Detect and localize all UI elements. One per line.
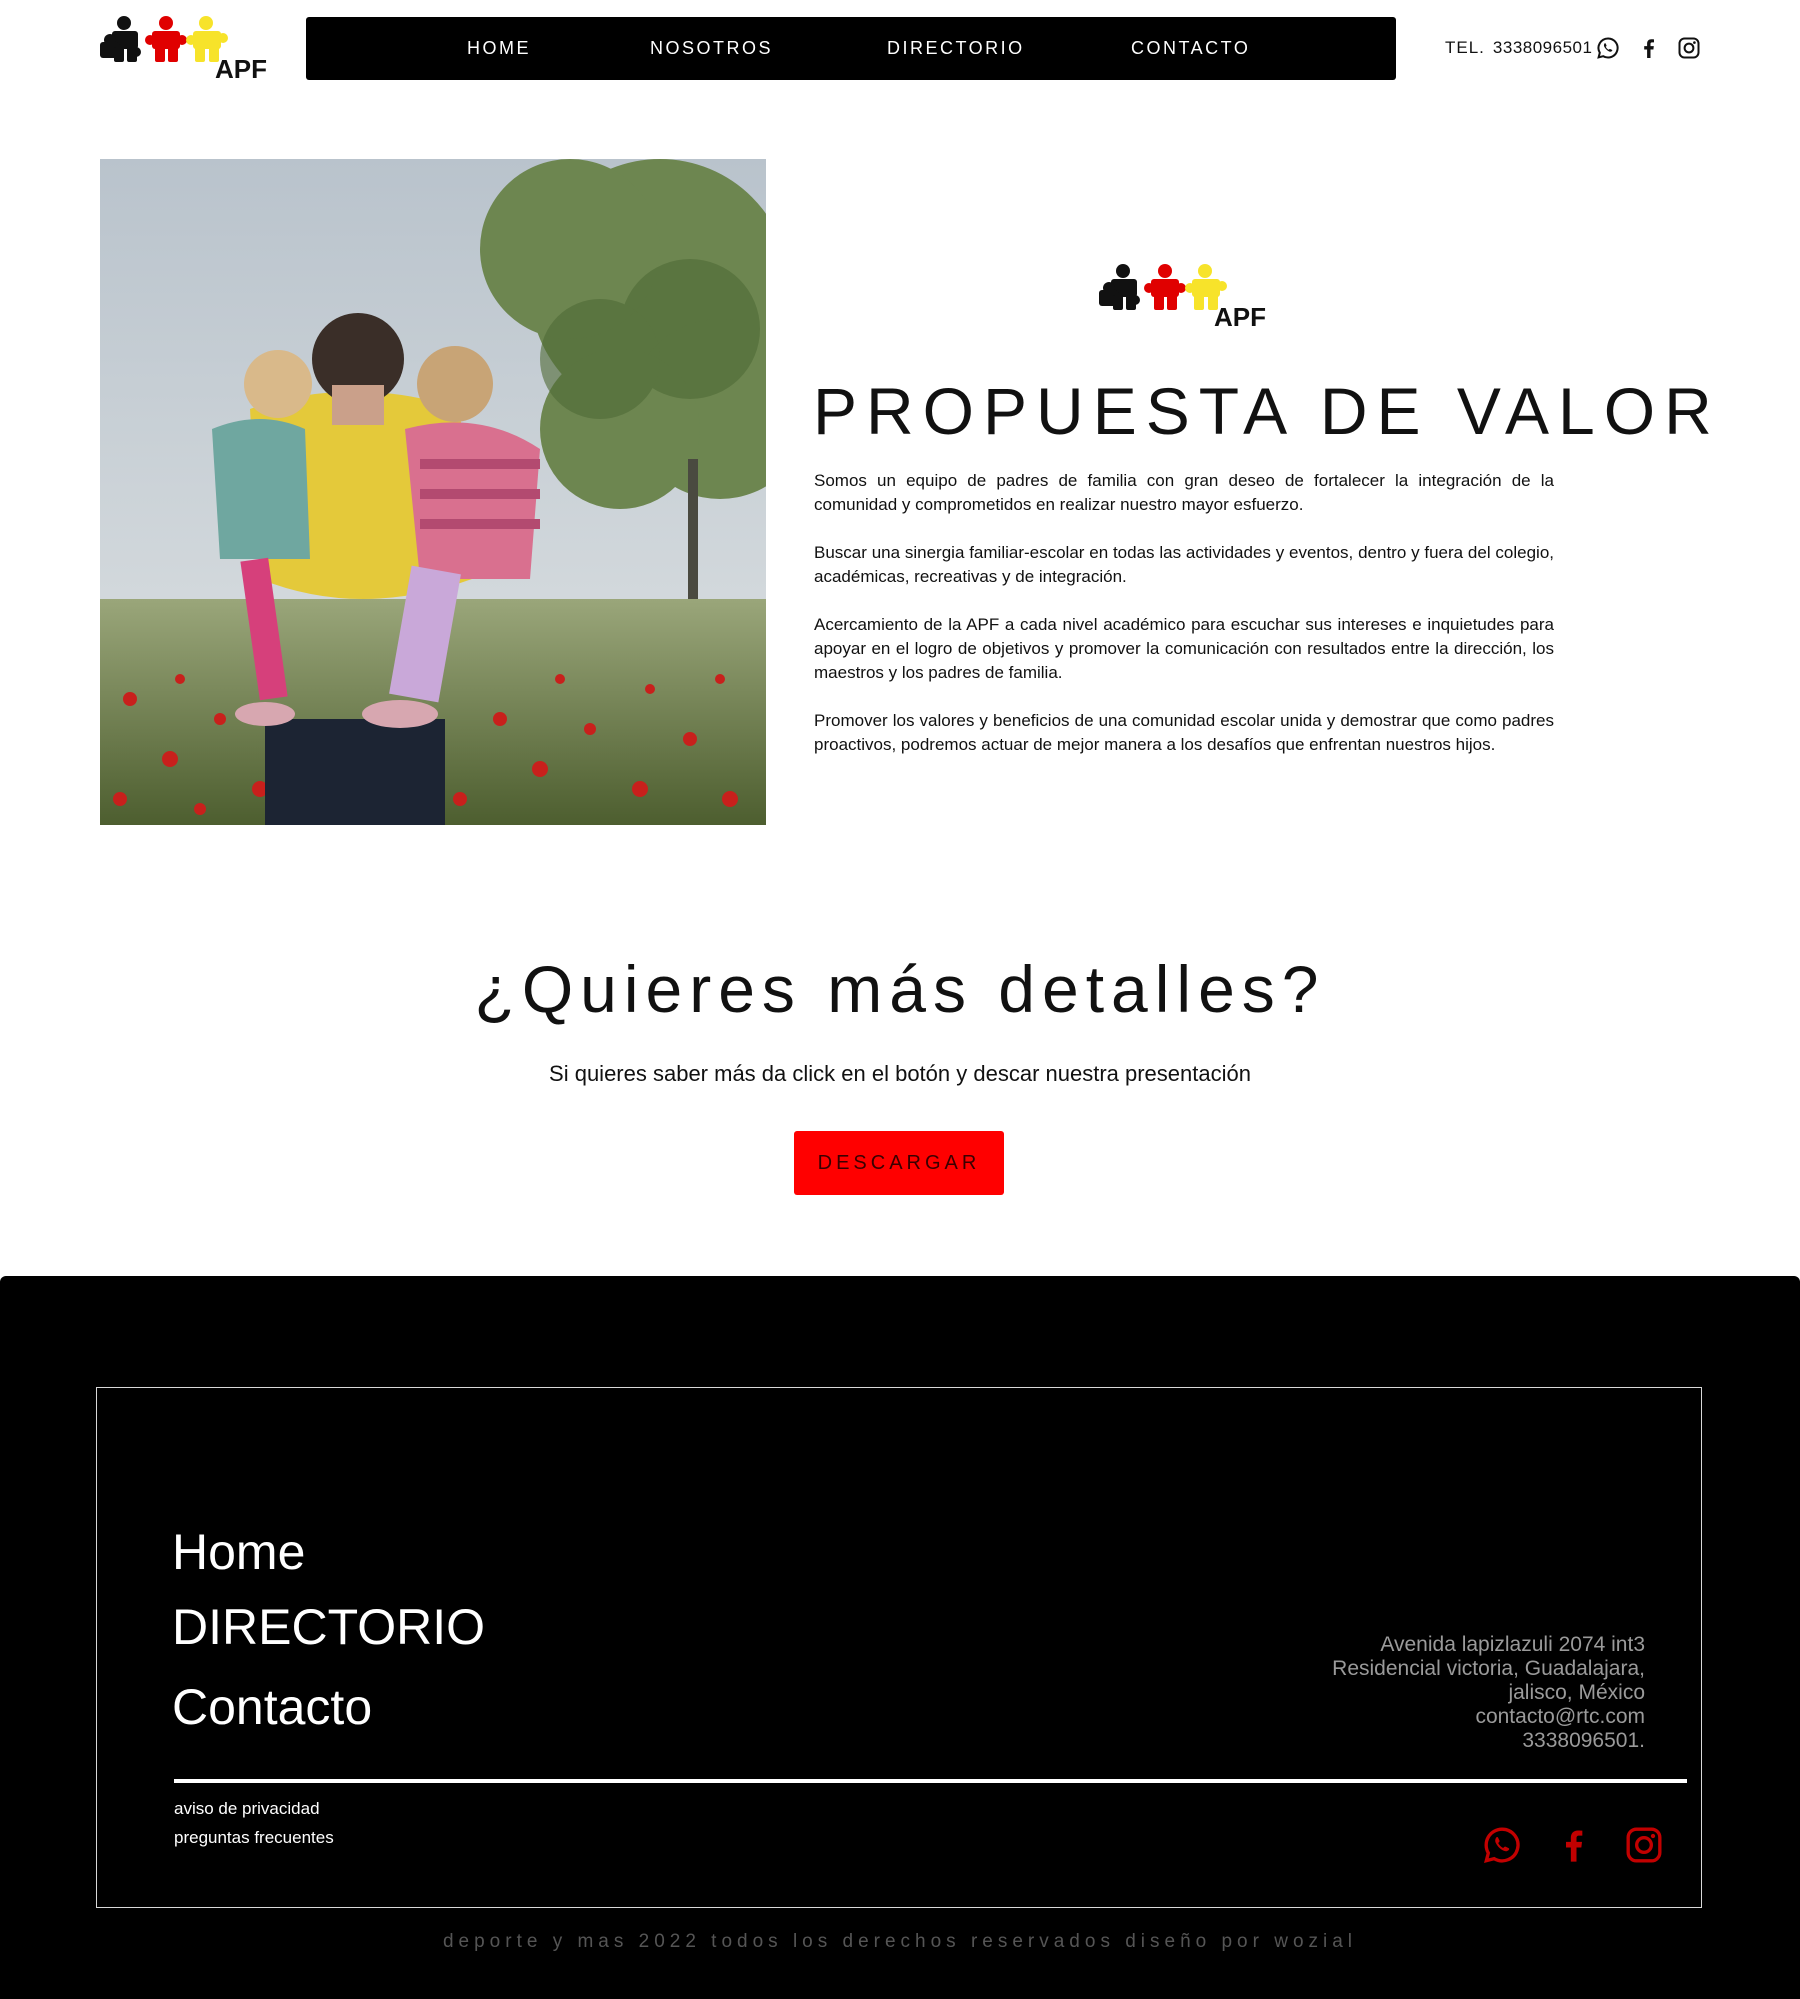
phone-number[interactable]: 3338096501 <box>1493 38 1593 57</box>
instagram-icon[interactable] <box>1677 36 1701 60</box>
privacy-notice-link[interactable]: aviso de privacidad <box>174 1799 320 1819</box>
value-proposition-text: Somos un equipo de padres de familia con… <box>814 469 1554 781</box>
download-button[interactable]: DESCARGAR <box>794 1131 1004 1195</box>
nav-home-link[interactable]: HOME <box>467 17 531 80</box>
value-paragraph: Somos un equipo de padres de familia con… <box>814 471 1554 514</box>
value-proposition-title: PROPUESTA DE VALOR <box>813 374 1721 448</box>
apf-logo[interactable]: APF <box>98 14 270 84</box>
hero-photo <box>100 159 766 825</box>
footer: Home DIRECTORIO Contacto Avenida lapizla… <box>0 1276 1800 1999</box>
address-line: Residencial victoria, Guadalajara, <box>1332 1657 1645 1680</box>
footer-phone[interactable]: 3338096501. <box>1265 1729 1645 1753</box>
puzzle-people-logo-icon: APF <box>100 16 267 84</box>
facebook-icon[interactable] <box>1554 1825 1594 1865</box>
footer-directorio-link[interactable]: DIRECTORIO <box>172 1598 485 1656</box>
footer-divider <box>174 1779 1687 1783</box>
apf-logo-text: APF <box>215 54 267 84</box>
instagram-icon[interactable] <box>1624 1825 1664 1865</box>
faq-link[interactable]: preguntas frecuentes <box>174 1828 334 1848</box>
whatsapp-icon[interactable] <box>1482 1825 1522 1865</box>
value-paragraph: Promover los valores y beneficios de una… <box>814 711 1554 754</box>
nav-contacto-link[interactable]: CONTACTO <box>1131 17 1250 80</box>
apf-logo-text: APF <box>1214 302 1266 332</box>
value-paragraph: Acercamiento de la APF a cada nivel acad… <box>814 615 1554 682</box>
whatsapp-icon[interactable] <box>1596 36 1620 60</box>
puzzle-people-logo-icon: APF <box>1099 264 1266 332</box>
apf-hero-logo: APF <box>1097 262 1269 332</box>
footer-email[interactable]: contacto@rtc.com <box>1265 1705 1645 1729</box>
footer-home-link[interactable]: Home <box>172 1523 305 1581</box>
facebook-icon[interactable] <box>1637 36 1661 60</box>
nav-directorio-link[interactable]: DIRECTORIO <box>887 17 1025 80</box>
footer-panel: Home DIRECTORIO Contacto Avenida lapizla… <box>96 1387 1702 1908</box>
family-in-poppy-field-image <box>100 159 766 825</box>
cta-title: ¿Quieres más detalles? <box>474 952 1326 1026</box>
main-nav: HOME NOSOTROS DIRECTORIO CONTACTO <box>306 17 1396 80</box>
footer-address: Avenida lapizlazuli 2074 int3 Residencia… <box>1265 1633 1645 1753</box>
footer-contacto-link[interactable]: Contacto <box>172 1678 372 1736</box>
address-line: Avenida lapizlazuli 2074 int3 <box>1380 1633 1645 1656</box>
nav-nosotros-link[interactable]: NOSOTROS <box>650 17 773 80</box>
cta-subtitle: Si quieres saber más da click en el botó… <box>549 1061 1251 1086</box>
address-line: jalisco, México <box>1508 1681 1645 1704</box>
header-phone: TEL. 3338096501 <box>1445 38 1592 58</box>
value-paragraph: Buscar una sinergia familiar-escolar en … <box>814 543 1554 586</box>
copyright-text: deporte y mas 2022 todos los derechos re… <box>442 1931 1358 1952</box>
phone-label: TEL. <box>1445 38 1485 57</box>
